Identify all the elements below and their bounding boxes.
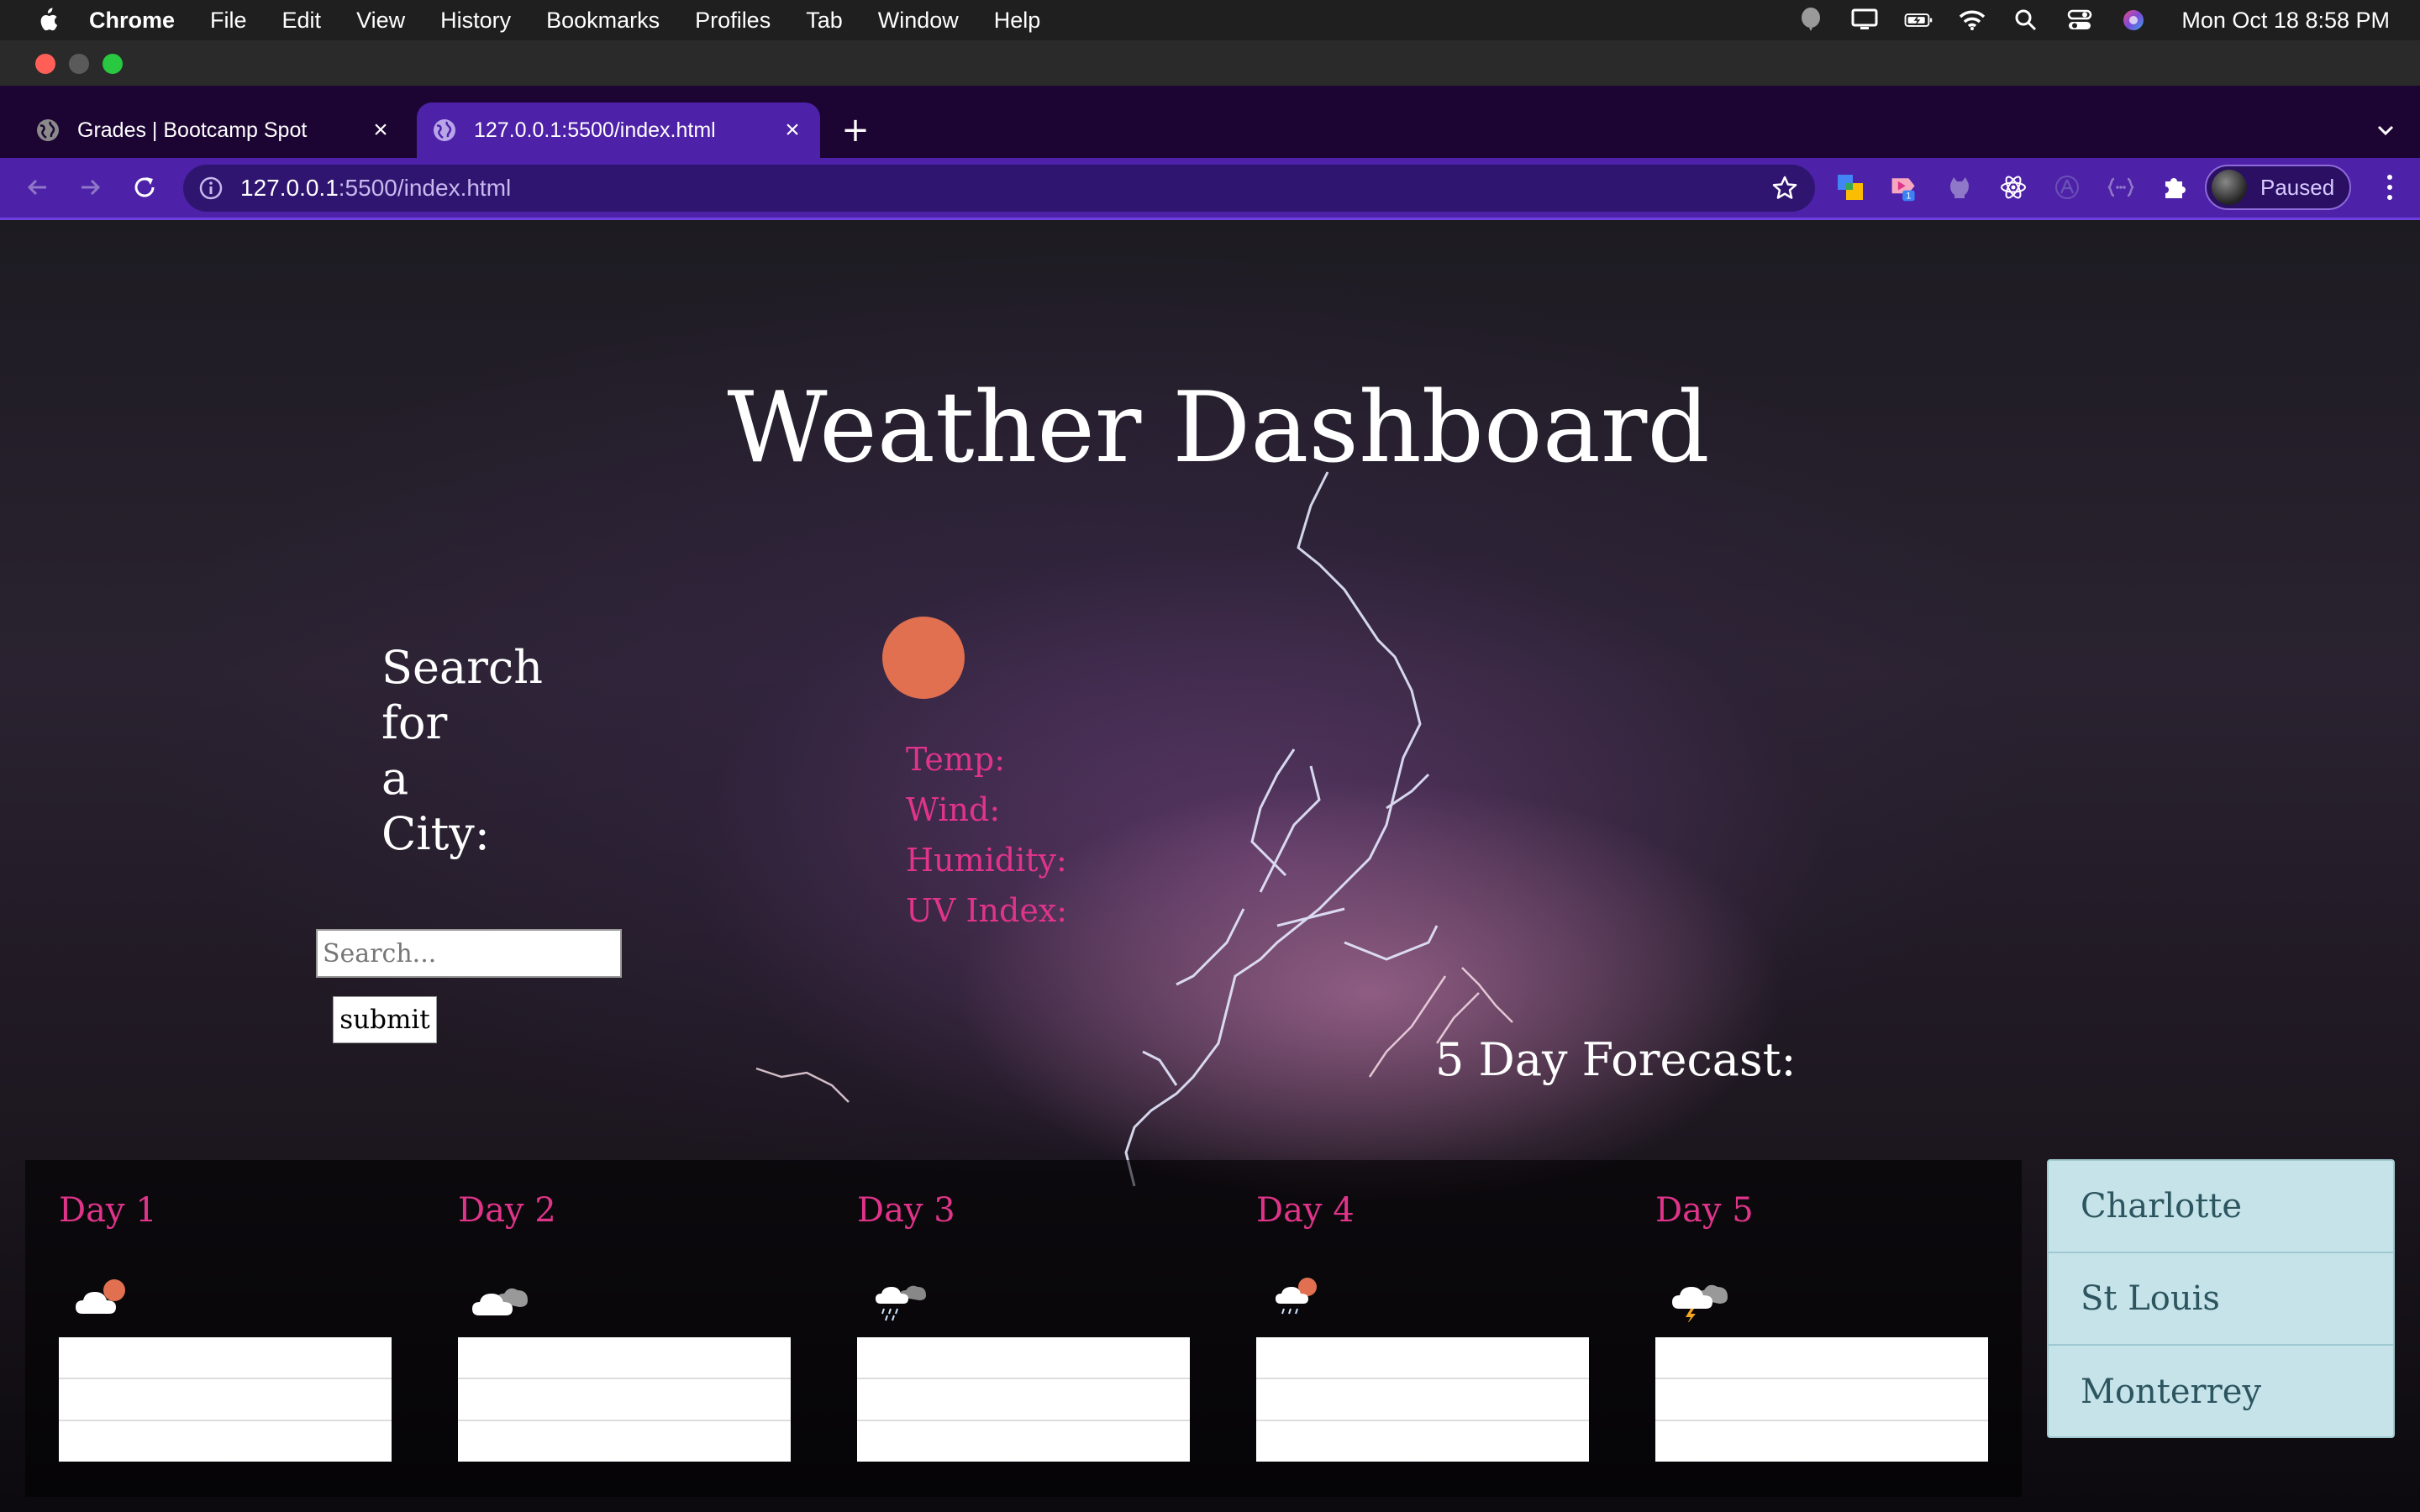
url-path: :5500/index.html (338, 175, 512, 201)
globe-icon (37, 119, 59, 141)
forecast-day-title: Day 3 (857, 1191, 955, 1230)
minimize-window-button[interactable] (69, 54, 89, 74)
battery-charging-icon[interactable] (1904, 8, 1933, 32)
menu-bookmarks[interactable]: Bookmarks (546, 8, 660, 34)
forecast-day-box (458, 1337, 791, 1462)
forecast-day-box (59, 1337, 392, 1462)
history-item-st-louis[interactable]: St Louis (2049, 1253, 2393, 1346)
json-formatter-extension-icon[interactable] (2106, 172, 2136, 202)
control-center-icon[interactable] (2065, 8, 2094, 32)
menu-profiles[interactable]: Profiles (695, 8, 771, 34)
google-translate-extension-icon[interactable] (1835, 172, 1865, 202)
apple-logo-icon[interactable] (35, 7, 59, 34)
tab-title: Grades | Bootcamp Spot (77, 118, 308, 142)
live-server-extension-icon[interactable]: 1 (1889, 172, 1919, 202)
cloudy-icon (472, 1288, 528, 1315)
menu-file[interactable]: File (210, 8, 247, 34)
forward-arrow-icon (82, 179, 101, 196)
history-item-monterrey[interactable]: Monterrey (2049, 1346, 2393, 1438)
profile-status: Paused (2260, 174, 2335, 200)
macos-menu-bar: Chrome File Edit View History Bookmarks … (0, 0, 2420, 40)
menu-bar-clock[interactable]: Mon Oct 18 8:58 PM (2181, 8, 2390, 34)
url-host: 127.0.0.1 (240, 175, 339, 201)
reload-icon (134, 177, 155, 197)
forecast-day-box (1655, 1337, 1988, 1462)
forward-button[interactable] (74, 171, 108, 204)
forecast-day-title: Day 1 (59, 1191, 157, 1230)
rain-cloud-icon (876, 1285, 926, 1321)
current-humidity-label: Humidity: (906, 842, 1067, 879)
menu-edit[interactable]: Edit (282, 8, 322, 34)
extension-badge-count: 1 (1906, 192, 1911, 202)
cloud-sun-icon (76, 1279, 125, 1314)
tab-search-chevron-icon[interactable] (2373, 118, 2398, 143)
globe-icon (434, 119, 455, 141)
tab-index[interactable]: 127.0.0.1:5500/index.html × (417, 102, 820, 158)
reload-button[interactable] (128, 171, 161, 204)
address-bar[interactable]: 127.0.0.1:5500/index.html (183, 165, 1815, 212)
menu-history[interactable]: History (440, 8, 511, 34)
close-window-button[interactable] (35, 54, 55, 74)
cloud-sun-rain-icon (1276, 1278, 1317, 1315)
forecast-day-title: Day 4 (1256, 1191, 1355, 1230)
menu-tab[interactable]: Tab (806, 8, 843, 34)
display-icon[interactable] (1850, 8, 1879, 32)
page-title: Weather Dashboard (727, 371, 1710, 485)
current-wind-label: Wind: (906, 791, 1001, 828)
balloon-icon[interactable] (1797, 8, 1825, 32)
github-extension-icon[interactable] (1944, 172, 1975, 202)
forecast-day-title: Day 2 (458, 1191, 556, 1230)
storm-cloud-icon (1672, 1284, 1728, 1322)
menu-app-name[interactable]: Chrome (89, 8, 175, 34)
search-history-list: Charlotte St Louis Monterrey (2047, 1159, 2395, 1438)
search-heading-line: a (381, 752, 409, 805)
siri-icon[interactable] (2119, 8, 2148, 32)
submit-button[interactable]: submit (333, 996, 437, 1043)
more-menu-kebab-icon[interactable] (2381, 172, 2398, 202)
back-button[interactable] (20, 171, 54, 204)
current-uv-index-label: UV Index: (906, 892, 1068, 929)
react-devtools-extension-icon[interactable] (1998, 172, 2028, 202)
spotlight-search-icon[interactable] (2012, 8, 2040, 32)
forecast-heading: 5 Day Forecast: (1435, 1033, 1797, 1086)
city-search-input[interactable] (316, 929, 622, 978)
history-item-charlotte[interactable]: Charlotte (2049, 1161, 2393, 1253)
bookmark-star-icon[interactable] (1771, 175, 1798, 202)
menu-view[interactable]: View (356, 8, 405, 34)
menu-help[interactable]: Help (994, 8, 1041, 34)
forecast-day-box (1256, 1337, 1589, 1462)
angular-extension-icon[interactable] (2052, 172, 2082, 202)
forecast-day-box (857, 1337, 1190, 1462)
forecast-day-title: Day 5 (1655, 1191, 1754, 1230)
search-heading-line: City: (381, 807, 490, 860)
search-heading-line: for (381, 696, 448, 749)
menu-window[interactable]: Window (878, 8, 959, 34)
profile-button[interactable]: Paused (2205, 165, 2351, 210)
extensions-puzzle-icon[interactable] (2160, 172, 2190, 202)
back-arrow-icon (27, 179, 46, 196)
close-tab-icon[interactable]: × (780, 118, 805, 143)
current-temp-label: Temp: (906, 741, 1006, 778)
search-heading: Search for a City: (381, 640, 550, 862)
tab-grades[interactable]: Grades | Bootcamp Spot × (20, 102, 408, 158)
window-titlebar (0, 40, 2420, 86)
current-weather-sun-icon (882, 617, 965, 699)
avatar (2212, 170, 2247, 205)
site-info-icon[interactable] (198, 176, 224, 201)
close-tab-icon[interactable]: × (368, 118, 393, 143)
tab-title: 127.0.0.1:5500/index.html (474, 118, 716, 142)
menu-bar-status-area: Mon Oct 18 8:58 PM (1797, 0, 2390, 40)
zoom-window-button[interactable] (103, 54, 123, 74)
url-text[interactable]: 127.0.0.1:5500/index.html (240, 175, 1771, 202)
new-tab-button[interactable]: + (837, 112, 874, 149)
search-heading-line: Search (381, 641, 543, 694)
wifi-icon[interactable] (1958, 8, 1986, 32)
